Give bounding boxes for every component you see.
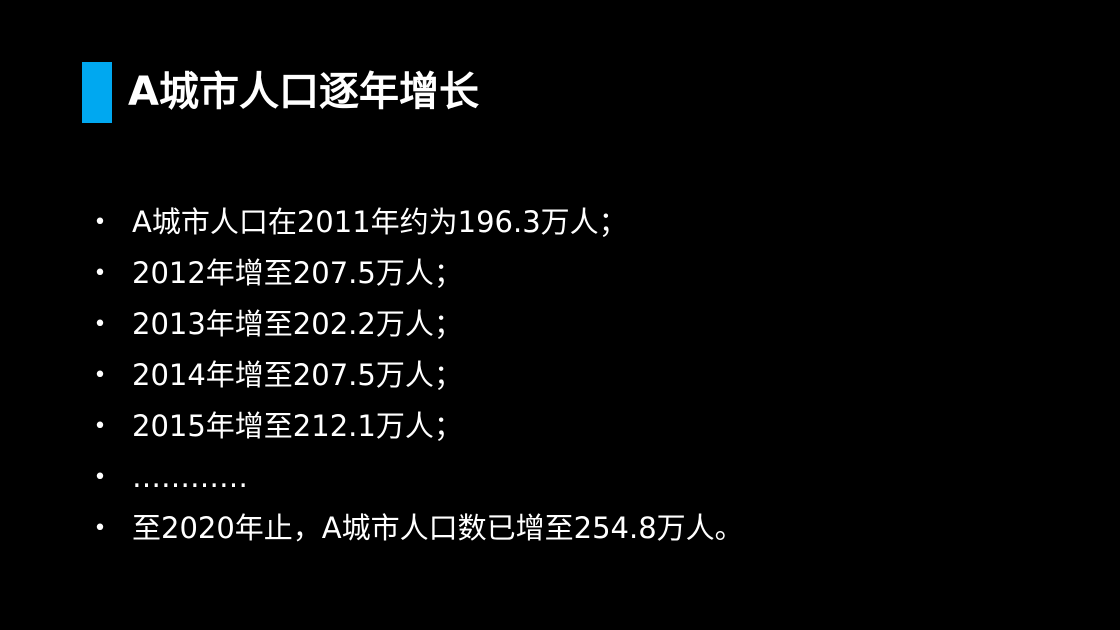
bullet-text: 2015年增至212.1万人； (132, 409, 463, 443)
bullet-text: 2014年增至207.5万人； (132, 358, 463, 392)
bullet-icon: • (93, 363, 107, 388)
bullet-text: 至2020年止，A城市人口数已增至254.8万人。 (132, 511, 744, 545)
title-accent-bar (82, 62, 112, 123)
bullet-item: • 2012年增至207.5万人； (88, 248, 1068, 299)
bullet-icon: • (93, 516, 107, 541)
bullet-item: • 2013年增至202.2万人； (88, 299, 1068, 350)
bullet-text: 2012年增至207.5万人； (132, 256, 463, 290)
bullet-item: • 2015年增至212.1万人； (88, 401, 1068, 452)
slide: A城市人口逐年增长 • A城市人口在2011年约为196.3万人； • 2012… (0, 0, 1120, 630)
slide-title: A城市人口逐年增长 (128, 69, 479, 115)
bullet-item: • 2014年增至207.5万人； (88, 350, 1068, 401)
bullet-text: A城市人口在2011年约为196.3万人； (132, 205, 628, 239)
bullet-item: • ………… (88, 452, 1068, 503)
bullet-icon: • (93, 414, 107, 439)
bullet-icon: • (93, 465, 107, 490)
bullet-icon: • (93, 261, 107, 286)
bullet-list: • A城市人口在2011年约为196.3万人； • 2012年增至207.5万人… (88, 197, 1068, 554)
bullet-item: • A城市人口在2011年约为196.3万人； (88, 197, 1068, 248)
bullet-icon: • (93, 312, 107, 337)
bullet-text: ………… (132, 460, 248, 494)
bullet-icon: • (93, 210, 107, 235)
bullet-text: 2013年增至202.2万人； (132, 307, 463, 341)
bullet-item: • 至2020年止，A城市人口数已增至254.8万人。 (88, 503, 1068, 554)
